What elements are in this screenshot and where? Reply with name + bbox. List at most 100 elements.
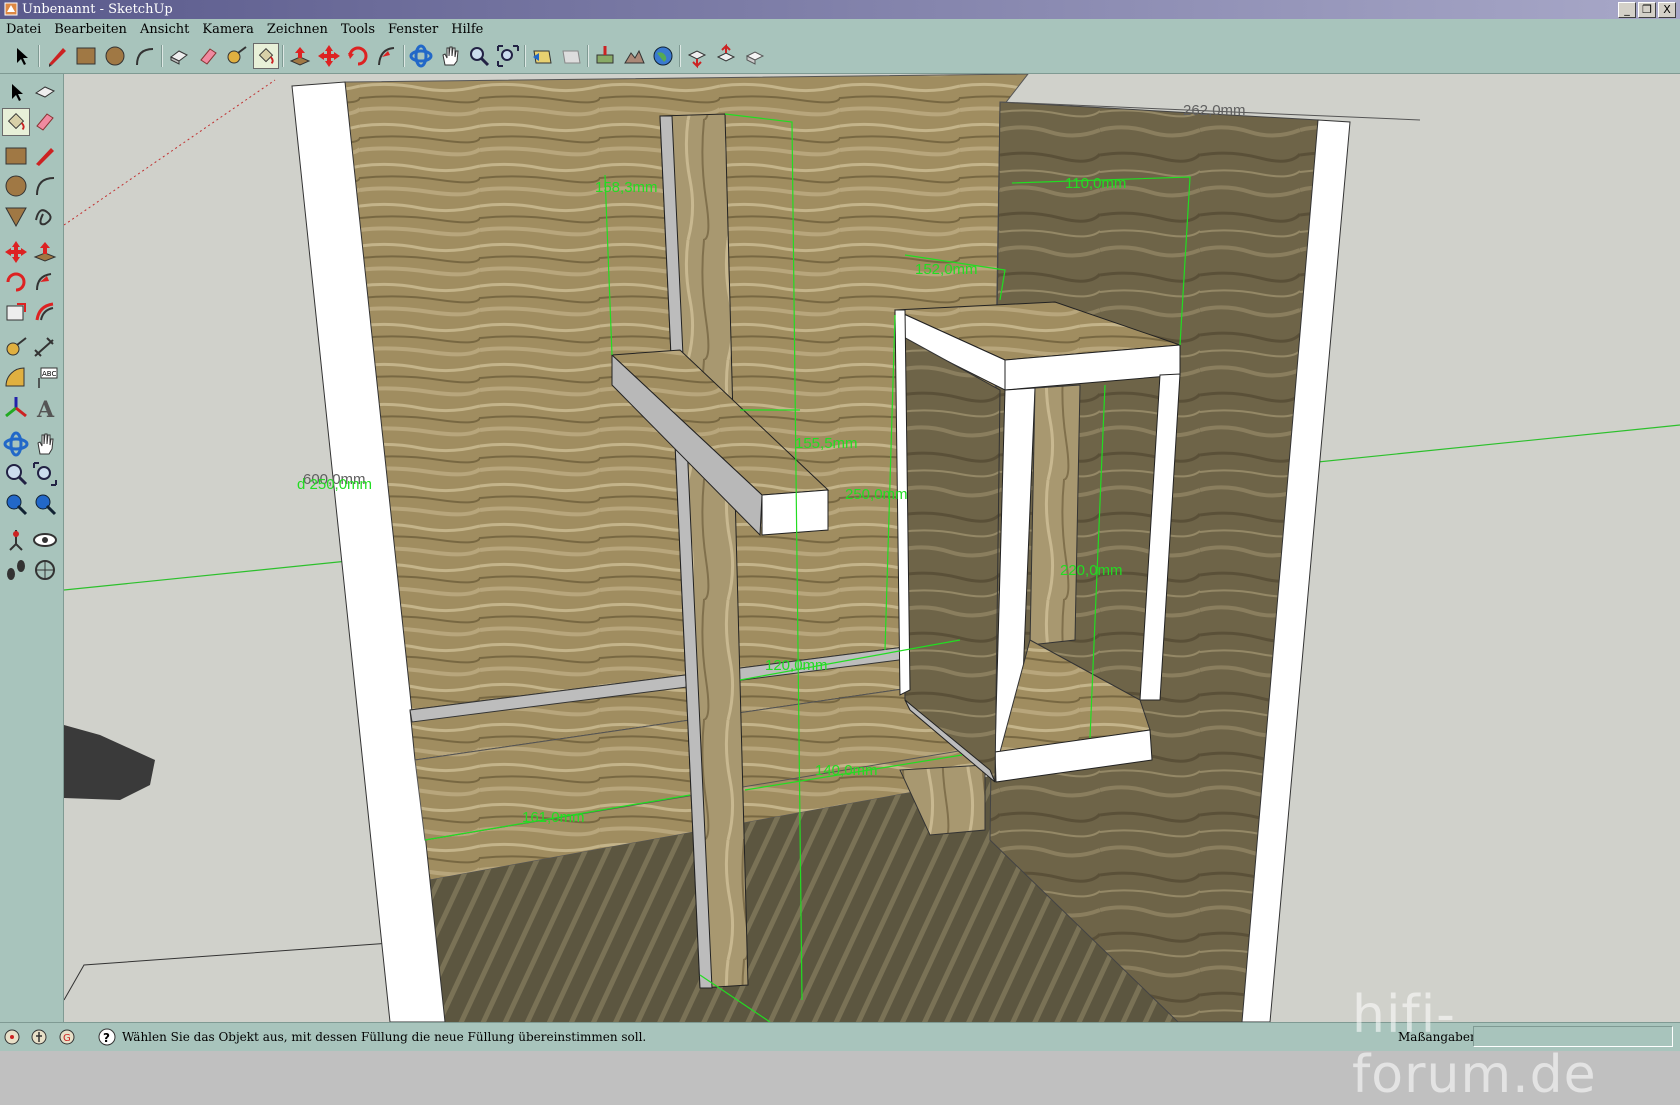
3d-viewport[interactable]: 262,0mm 110,0mm 152,0mm 158,3mm 155,5mm … [64, 74, 1680, 1022]
axes-icon[interactable] [2, 394, 30, 422]
zoom-extents-icon[interactable] [31, 490, 59, 518]
dimension-label: 250,0mm [845, 486, 908, 503]
toolbar-separator [403, 45, 405, 67]
menu-datei[interactable]: Datei [0, 22, 48, 37]
get-models-icon[interactable] [684, 43, 710, 69]
dimension-icon[interactable] [31, 334, 59, 362]
freehand-icon[interactable] [31, 202, 59, 230]
google-earth-icon[interactable] [650, 43, 676, 69]
title-bar: Unbenannt - SketchUp _ ❐ X [0, 0, 1680, 19]
make-component-icon[interactable] [31, 78, 59, 106]
svg-text:A: A [36, 397, 55, 422]
credits-icon[interactable] [30, 1028, 48, 1046]
sketchup-app-icon [4, 2, 18, 16]
share-component-icon[interactable] [742, 43, 768, 69]
dimension-label: 140,0mm [815, 762, 878, 779]
select-icon[interactable] [8, 43, 34, 69]
toolbar-separator [161, 45, 163, 67]
help-icon[interactable]: ? [98, 1028, 116, 1046]
pan-icon[interactable] [437, 43, 463, 69]
menu-hilfe[interactable]: Hilfe [445, 22, 490, 37]
toolbar-separator [38, 45, 40, 67]
menu-zeichnen[interactable]: Zeichnen [261, 22, 335, 37]
rotate-icon[interactable] [345, 43, 371, 69]
arc-icon[interactable] [131, 43, 157, 69]
paint-bucket-icon[interactable] [2, 108, 30, 136]
geo-location-icon[interactable] [3, 1028, 21, 1046]
position-camera-icon[interactable] [2, 526, 30, 554]
dimension-label: 158,3mm [595, 179, 658, 196]
orbit-icon[interactable] [408, 43, 434, 69]
minimize-button[interactable]: _ [1618, 2, 1636, 18]
next-view-icon[interactable] [558, 43, 584, 69]
zoom-icon[interactable] [2, 460, 30, 488]
zoom-window-icon[interactable] [31, 460, 59, 488]
rectangle-icon[interactable] [73, 43, 99, 69]
toolbar-separator [524, 45, 526, 67]
circle-icon[interactable] [2, 172, 30, 200]
previous-view-icon[interactable] [529, 43, 555, 69]
zoom-icon[interactable] [466, 43, 492, 69]
push-pull-icon[interactable] [287, 43, 313, 69]
rectangle-icon[interactable] [2, 142, 30, 170]
pan-icon[interactable] [31, 430, 59, 458]
window-title: Unbenannt - SketchUp [22, 2, 173, 17]
status-hint: Wählen Sie das Objekt aus, mit dessen Fü… [122, 1030, 647, 1044]
box-inner-back [1029, 384, 1081, 646]
dimension-label: 220,0mm [1060, 562, 1123, 579]
svg-text:G: G [63, 1033, 71, 1044]
menu-tools[interactable]: Tools [335, 22, 382, 37]
pencil-icon[interactable] [31, 142, 59, 170]
google-sign-in-icon[interactable]: G [58, 1028, 76, 1046]
add-location-icon[interactable] [592, 43, 618, 69]
main-toolbar [0, 39, 1680, 74]
horizontal-arm-end [761, 489, 829, 536]
left-toolbar: ABC A [0, 74, 64, 1022]
follow-me-icon[interactable] [31, 268, 59, 296]
make-component-icon[interactable] [166, 43, 192, 69]
eraser-icon[interactable] [31, 108, 59, 136]
menu-ansicht[interactable]: Ansicht [134, 22, 196, 37]
protractor-icon[interactable] [2, 364, 30, 392]
svg-text:?: ? [103, 1031, 110, 1045]
select-icon[interactable] [2, 78, 30, 106]
push-pull-icon[interactable] [31, 238, 59, 266]
paint-bucket-icon[interactable] [253, 43, 279, 69]
follow-me-icon[interactable] [374, 43, 400, 69]
dimension-label: 262,0mm [1183, 102, 1246, 119]
toolbar-separator [587, 45, 589, 67]
share-model-icon[interactable] [713, 43, 739, 69]
3d-text-icon[interactable]: A [31, 394, 59, 422]
menu-fenster[interactable]: Fenster [382, 22, 445, 37]
move-icon[interactable] [316, 43, 342, 69]
section-plane-icon[interactable] [31, 556, 59, 584]
tape-measure-icon[interactable] [224, 43, 250, 69]
look-around-icon[interactable] [31, 526, 59, 554]
polygon-icon[interactable] [2, 202, 30, 230]
menu-kamera[interactable]: Kamera [196, 22, 260, 37]
scale-icon[interactable] [2, 298, 30, 326]
circle-icon[interactable] [102, 43, 128, 69]
watermark: hifi-forum.de [1352, 985, 1597, 1105]
maximize-button[interactable]: ❐ [1638, 2, 1656, 18]
walk-icon[interactable] [2, 556, 30, 584]
rotate-icon[interactable] [2, 268, 30, 296]
zoom-extents-icon[interactable] [495, 43, 521, 69]
close-button[interactable]: X [1658, 2, 1676, 18]
text-icon[interactable]: ABC [31, 364, 59, 392]
pencil-icon[interactable] [44, 43, 70, 69]
toolbar-separator [282, 45, 284, 67]
arc-icon[interactable] [31, 172, 59, 200]
eraser-icon[interactable] [195, 43, 221, 69]
previous-icon[interactable] [2, 490, 30, 518]
orbit-icon[interactable] [2, 430, 30, 458]
move-icon[interactable] [2, 238, 30, 266]
toggle-terrain-icon[interactable] [621, 43, 647, 69]
dimension-label: 120,0mm [765, 657, 828, 674]
model-canvas[interactable]: 262,0mm 110,0mm 152,0mm 158,3mm 155,5mm … [64, 74, 1680, 1022]
menu-bearbeiten[interactable]: Bearbeiten [48, 22, 134, 37]
tape-measure-icon[interactable] [2, 334, 30, 362]
menu-bar: Datei Bearbeiten Ansicht Kamera Zeichnen… [0, 19, 1680, 39]
offset-icon[interactable] [31, 298, 59, 326]
dimension-label: d 250,0mm [297, 476, 372, 493]
